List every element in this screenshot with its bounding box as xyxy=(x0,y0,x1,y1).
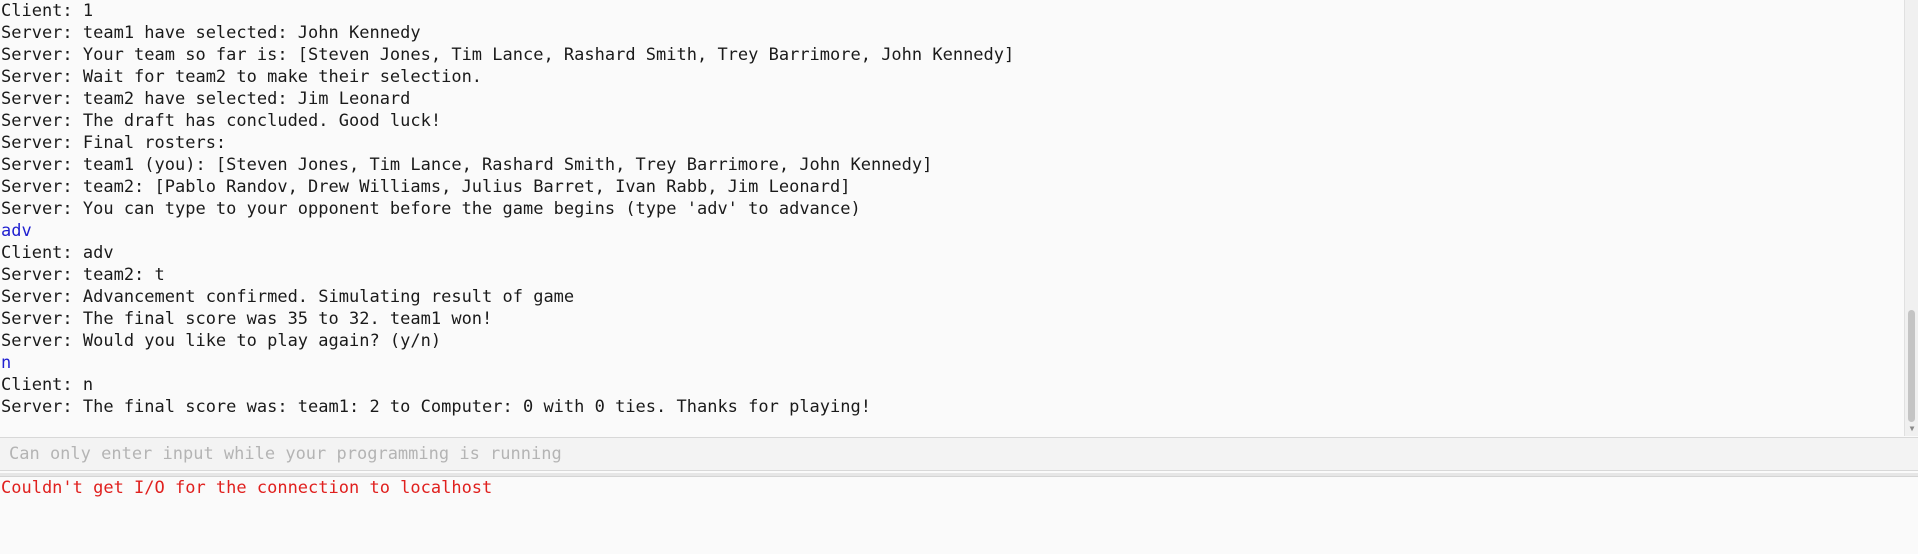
console-line: Client: adv xyxy=(1,243,114,263)
console-line: Server: The draft has concluded. Good lu… xyxy=(1,111,442,131)
console-line: Client: n xyxy=(1,375,94,395)
console-line: Server: team2: [Pablo Randov, Drew Willi… xyxy=(1,177,851,197)
console-line: Server: The final score was: team1: 2 to… xyxy=(1,397,871,417)
console-line: Server: team1 (you): [Steven Jones, Tim … xyxy=(1,155,933,175)
console-line: Server: Your team so far is: [Steven Jon… xyxy=(1,45,1015,65)
program-input-field[interactable] xyxy=(0,438,1918,470)
console-line: Server: Advancement confirmed. Simulatin… xyxy=(1,287,575,307)
console-output: Client: 1 Server: team1 have selected: Jo… xyxy=(0,0,1904,436)
console-lines: Client: 1 Server: team1 have selected: Jo… xyxy=(0,0,1904,418)
vertical-scrollbar[interactable]: ▼ xyxy=(1904,0,1918,436)
input-bar xyxy=(0,437,1918,471)
console-input-echo: adv xyxy=(1,221,32,241)
error-panel: Couldn't get I/O for the connection to l… xyxy=(0,477,1918,554)
console-line: Server: team1 have selected: John Kenned… xyxy=(1,23,421,43)
console-line: Server: Would you like to play again? (y… xyxy=(1,331,442,351)
console-line: Server: You can type to your opponent be… xyxy=(1,199,861,219)
console-line: Client: 1 xyxy=(1,1,94,21)
chevron-down-icon[interactable]: ▼ xyxy=(1907,424,1917,434)
console-line: Server: The final score was 35 to 32. te… xyxy=(1,309,493,329)
console-window: Client: 1 Server: team1 have selected: Jo… xyxy=(0,0,1918,554)
scrollbar-thumb[interactable] xyxy=(1908,310,1915,422)
console-line: Server: Final rosters: xyxy=(1,133,227,153)
console-input-echo: n xyxy=(1,353,12,373)
error-message: Couldn't get I/O for the connection to l… xyxy=(1,478,493,498)
console-line: Server: team2 have selected: Jim Leonard xyxy=(1,89,411,109)
console-line: Server: Wait for team2 to make their sel… xyxy=(1,67,483,87)
console-line: Server: team2: t xyxy=(1,265,165,285)
